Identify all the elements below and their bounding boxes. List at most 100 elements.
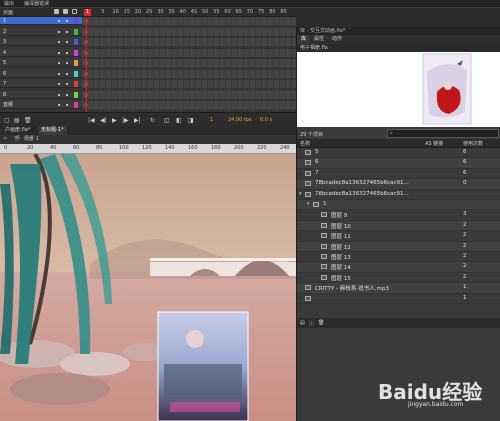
library-item[interactable]: 图层 10 2: [297, 220, 500, 232]
layer-name[interactable]: 5: [3, 59, 6, 67]
eye-icon[interactable]: [54, 9, 59, 14]
outline-color-swatch[interactable]: [74, 28, 78, 35]
library-tab[interactable]: 库: [297, 35, 311, 44]
goto-first-icon[interactable]: |◀: [88, 117, 95, 124]
new-folder-icon[interactable]: ▤: [300, 320, 305, 326]
library-item[interactable]: 图层 14 2: [297, 262, 500, 273]
visibility-dot-icon[interactable]: [58, 30, 60, 33]
library-item[interactable]: 1: [297, 294, 500, 304]
layer-row[interactable]: 6: [0, 69, 296, 78]
play-icon[interactable]: ▶: [112, 117, 117, 124]
frame-cells[interactable]: [82, 69, 296, 78]
library-item[interactable]: 图层 9 3: [297, 210, 500, 221]
library-item[interactable]: 图层 11 2: [297, 231, 500, 242]
outline-color-swatch[interactable]: [74, 102, 78, 108]
visibility-dot-icon[interactable]: [58, 41, 60, 43]
layer-name[interactable]: 4: [3, 49, 6, 57]
outline-color-swatch[interactable]: [74, 81, 78, 87]
layer-row[interactable]: 3: [0, 38, 296, 46]
expand-arrow-icon[interactable]: ▾: [307, 201, 310, 207]
new-folder-icon[interactable]: ▤: [14, 117, 20, 124]
layer-name[interactable]: 3: [3, 38, 6, 46]
frame-cells[interactable]: [82, 101, 296, 109]
lock-dot-icon[interactable]: [66, 72, 68, 75]
library-search-input[interactable]: ⌕: [387, 129, 499, 138]
lock-dot-icon[interactable]: [66, 104, 68, 106]
document-tab[interactable]: 无标题-1*: [38, 126, 67, 135]
outline-color-swatch[interactable]: [74, 49, 78, 56]
library-item[interactable]: 56: [297, 148, 500, 159]
library-item[interactable]: 图层 13 2: [297, 252, 500, 263]
step-forward-icon[interactable]: |▶: [122, 117, 129, 124]
outline-icon[interactable]: [72, 9, 77, 14]
outline-color-swatch[interactable]: [74, 60, 78, 66]
lock-dot-icon[interactable]: [66, 41, 68, 43]
library-item[interactable]: 图层 12 2: [297, 241, 500, 252]
library-item[interactable]: 76: [297, 169, 500, 180]
visibility-dot-icon[interactable]: [58, 72, 60, 75]
layer-row[interactable]: 2: [0, 27, 296, 36]
layer-row[interactable]: 7: [0, 80, 296, 88]
frame-cells[interactable]: [82, 27, 296, 36]
frame-cells[interactable]: [82, 17, 296, 25]
library-item[interactable]: CRITTY - 麻枝系-说书人.mp3 1: [297, 283, 500, 294]
goto-last-icon[interactable]: ▶|: [134, 117, 141, 124]
frame-cells[interactable]: [82, 59, 296, 67]
lock-dot-icon[interactable]: [66, 51, 68, 54]
onion-outline-icon[interactable]: ◧: [176, 117, 182, 124]
visibility-dot-icon[interactable]: [58, 93, 60, 96]
column-name[interactable]: 名称: [300, 140, 310, 147]
layer-row[interactable]: 4: [0, 48, 296, 57]
library-tab[interactable]: 动作: [328, 35, 346, 44]
library-item[interactable]: ▾ 78bcadec8a136327465b6cac91...: [297, 190, 500, 200]
layer-row[interactable]: 1: [0, 17, 296, 25]
frame-cells[interactable]: [82, 38, 296, 46]
column-linkage[interactable]: AS 链接: [425, 140, 443, 147]
visibility-dot-icon[interactable]: [58, 51, 60, 54]
layer-name[interactable]: 2: [3, 28, 6, 36]
outline-color-swatch[interactable]: [74, 91, 78, 98]
album-photo[interactable]: [157, 311, 249, 421]
lock-icon[interactable]: [63, 9, 68, 14]
lock-dot-icon[interactable]: [66, 62, 68, 64]
lock-dot-icon[interactable]: [66, 93, 68, 96]
lock-dot-icon[interactable]: [66, 20, 68, 22]
fps-readout[interactable]: 24.00 fps: [228, 117, 251, 123]
loop-icon[interactable]: ↻: [150, 117, 155, 124]
layer-name[interactable]: 8: [3, 91, 6, 99]
library-item[interactable]: ▾ 1: [297, 200, 500, 211]
new-layer-icon[interactable]: ▢: [4, 117, 10, 124]
library-tab[interactable]: 属性: [310, 35, 328, 44]
visibility-dot-icon[interactable]: [58, 83, 60, 85]
layer-name[interactable]: 1: [3, 17, 6, 25]
back-arrow-icon[interactable]: ⇦: [3, 135, 7, 144]
frame-ruler[interactable]: 1510152025303540455055606570758085: [82, 8, 296, 17]
current-frame-readout[interactable]: 1: [210, 117, 213, 123]
frame-cells[interactable]: [82, 48, 296, 57]
expand-arrow-icon[interactable]: ▾: [299, 191, 302, 197]
layer-row[interactable]: 音频: [0, 101, 296, 109]
frame-cells[interactable]: [82, 90, 296, 99]
outline-color-swatch[interactable]: [74, 70, 78, 77]
edit-multiple-icon[interactable]: ◨: [188, 117, 194, 124]
visibility-dot-icon[interactable]: [58, 20, 60, 22]
column-use-count[interactable]: 使用次数: [463, 140, 483, 147]
library-item[interactable]: 图层 15 2: [297, 273, 500, 284]
delete-layer-icon[interactable]: 🗑: [24, 117, 32, 124]
library-document-select[interactable]: 电子相册.fla: [297, 44, 500, 52]
layer-row[interactable]: 8: [0, 90, 296, 99]
layer-name[interactable]: 音频: [3, 101, 13, 109]
library-item[interactable]: 66: [297, 158, 500, 169]
lock-dot-icon[interactable]: [66, 83, 68, 85]
outline-color-swatch[interactable]: [74, 18, 78, 24]
lock-dot-icon[interactable]: [66, 30, 68, 33]
scene-label[interactable]: 场景 1: [24, 135, 39, 144]
time-readout[interactable]: 0.0 s: [260, 117, 272, 123]
onion-skin-icon[interactable]: ◫: [164, 117, 170, 124]
outline-color-swatch[interactable]: [74, 39, 78, 45]
properties-icon[interactable]: ⓘ: [309, 320, 314, 327]
layer-name[interactable]: 6: [3, 70, 6, 78]
step-back-icon[interactable]: ◀|: [100, 117, 107, 124]
visibility-dot-icon[interactable]: [58, 104, 60, 106]
playhead-marker[interactable]: 1: [84, 9, 91, 16]
